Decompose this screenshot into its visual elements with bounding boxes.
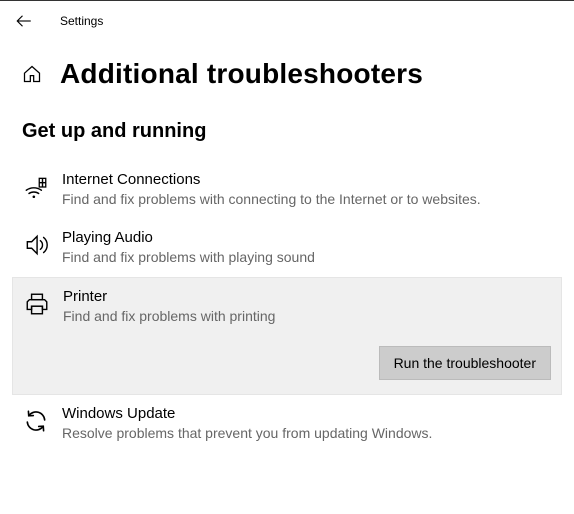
item-desc: Find and fix problems with connecting to… bbox=[62, 190, 544, 209]
item-title: Printer bbox=[63, 288, 543, 305]
run-button-row: Run the troubleshooter bbox=[23, 326, 551, 384]
printer-icon bbox=[23, 290, 51, 318]
update-icon bbox=[22, 407, 50, 435]
troubleshooter-list: Internet Connections Find and fix proble… bbox=[0, 161, 574, 453]
home-button[interactable] bbox=[22, 64, 42, 84]
header-title: Settings bbox=[60, 14, 103, 28]
item-desc: Resolve problems that prevent you from u… bbox=[62, 424, 544, 443]
section-title: Get up and running bbox=[0, 108, 574, 161]
internet-icon bbox=[22, 173, 50, 201]
audio-icon bbox=[22, 231, 50, 259]
item-desc: Find and fix problems with playing sound bbox=[62, 248, 544, 267]
troubleshooter-item-internet[interactable]: Internet Connections Find and fix proble… bbox=[12, 161, 562, 219]
header-bar: Settings bbox=[0, 0, 574, 40]
back-arrow-icon bbox=[15, 12, 33, 30]
troubleshooter-item-printer[interactable]: Printer Find and fix problems with print… bbox=[12, 277, 562, 395]
run-troubleshooter-button[interactable]: Run the troubleshooter bbox=[379, 346, 551, 380]
item-title: Internet Connections bbox=[62, 171, 544, 188]
item-desc: Find and fix problems with printing bbox=[63, 307, 543, 326]
troubleshooter-item-audio[interactable]: Playing Audio Find and fix problems with… bbox=[12, 219, 562, 277]
page-header: Additional troubleshooters bbox=[0, 40, 574, 108]
page-title: Additional troubleshooters bbox=[60, 58, 423, 90]
home-icon bbox=[22, 64, 42, 84]
item-title: Windows Update bbox=[62, 405, 544, 422]
back-button[interactable] bbox=[12, 9, 36, 33]
item-title: Playing Audio bbox=[62, 229, 544, 246]
troubleshooter-item-windows-update[interactable]: Windows Update Resolve problems that pre… bbox=[12, 395, 562, 453]
